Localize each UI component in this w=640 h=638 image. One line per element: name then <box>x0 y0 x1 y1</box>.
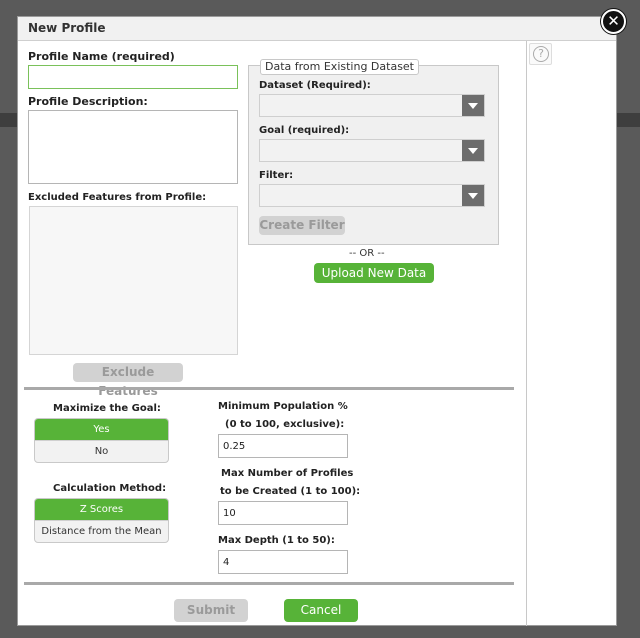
help-icon: ? <box>533 46 549 62</box>
chevron-down-icon <box>462 95 484 116</box>
min-population-range-label: (0 to 100, exclusive): <box>225 419 345 430</box>
upload-new-data-button[interactable]: Upload New Data <box>314 263 434 283</box>
chevron-down-icon <box>462 140 484 161</box>
or-separator-text: -- OR -- <box>349 248 385 259</box>
calculation-method-label: Calculation Method: <box>53 483 167 494</box>
profile-name-label: Profile Name (required) <box>28 50 175 63</box>
excluded-features-list[interactable] <box>29 206 238 355</box>
create-filter-button[interactable]: Create Filter <box>259 216 345 235</box>
existing-dataset-legend: Data from Existing Dataset <box>260 59 419 75</box>
goal-select[interactable] <box>259 139 485 162</box>
dialog-vertical-divider <box>526 41 527 626</box>
submit-button[interactable]: Submit <box>174 599 248 622</box>
close-icon: ✕ <box>607 12 620 30</box>
dataset-label: Dataset (Required): <box>259 80 371 91</box>
maximize-goal-label: Maximize the Goal: <box>53 403 161 414</box>
chevron-down-icon <box>462 185 484 206</box>
dialog-title: New Profile <box>28 21 106 35</box>
maximize-no-option[interactable]: No <box>35 440 168 461</box>
min-population-label: Minimum Population % <box>218 401 348 412</box>
profile-description-input[interactable] <box>28 110 238 184</box>
exclude-features-button[interactable]: Exclude Features <box>73 363 183 398</box>
section-separator-bottom <box>24 582 514 585</box>
dataset-select[interactable] <box>259 94 485 117</box>
maximize-goal-toggle: Yes No <box>34 418 169 463</box>
profile-description-label: Profile Description: <box>28 95 148 108</box>
maximize-yes-option[interactable]: Yes <box>35 419 168 440</box>
max-depth-input[interactable] <box>218 550 348 574</box>
profile-name-input[interactable] <box>28 65 238 89</box>
section-separator-top <box>24 387 514 390</box>
max-profiles-label: Max Number of Profiles <box>221 468 354 479</box>
help-button[interactable]: ? <box>529 43 552 65</box>
new-profile-dialog: New Profile ? Profile Name (required) Pr… <box>17 16 617 626</box>
method-distance-option[interactable]: Distance from the Mean <box>35 520 168 541</box>
method-zscores-option[interactable]: Z Scores <box>35 499 168 520</box>
dialog-titlebar: New Profile <box>18 17 616 41</box>
max-depth-label: Max Depth (1 to 50): <box>218 535 335 546</box>
filter-label: Filter: <box>259 170 294 181</box>
cancel-button[interactable]: Cancel <box>284 599 358 622</box>
filter-select[interactable] <box>259 184 485 207</box>
calculation-method-toggle: Z Scores Distance from the Mean <box>34 498 169 543</box>
max-profiles-input[interactable] <box>218 501 348 525</box>
min-population-input[interactable] <box>218 434 348 458</box>
excluded-features-label: Excluded Features from Profile: <box>28 192 207 203</box>
goal-label: Goal (required): <box>259 125 350 136</box>
close-button[interactable]: ✕ <box>601 9 626 34</box>
max-profiles-range-label: to be Created (1 to 100): <box>220 486 361 497</box>
